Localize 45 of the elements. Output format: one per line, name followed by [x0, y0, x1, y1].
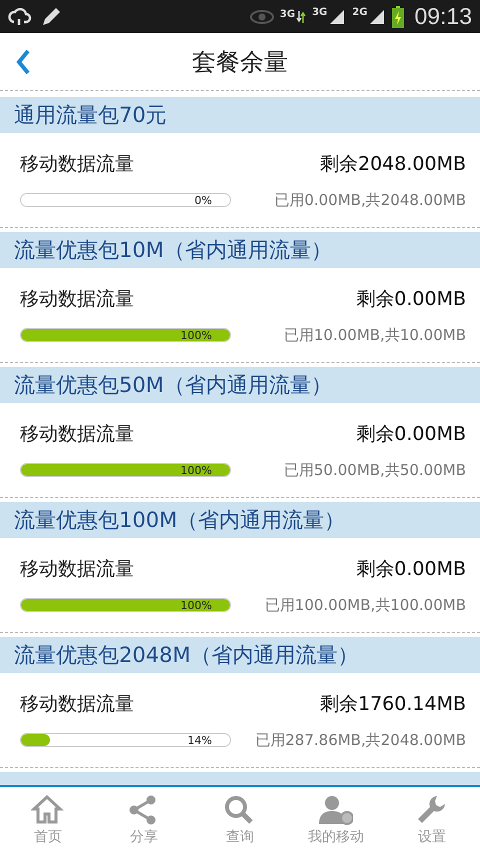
usage-type-label: 移动数据流量: [20, 422, 134, 446]
usage-summary: 已用100.00MB,共100.00MB: [264, 596, 466, 614]
remaining-amount: 剩余1760.14MB: [320, 692, 466, 716]
percent-label: 100%: [180, 464, 212, 476]
percent-label: 100%: [180, 329, 212, 341]
clock-time: 09:13: [414, 3, 472, 30]
home-icon: [31, 794, 65, 826]
eye-icon: [250, 8, 274, 24]
user-icon: [319, 794, 353, 826]
chevron-left-icon: [16, 50, 30, 74]
package-title: 通用流量包70元: [0, 97, 480, 133]
percent-label: 0%: [194, 194, 212, 206]
usage-summary: 已用10.00MB,共10.00MB: [284, 326, 466, 344]
remaining-amount: 剩余0.00MB: [356, 286, 466, 312]
usage-type-label: 移动数据流量: [20, 556, 134, 582]
usage-summary: 已用50.00MB,共50.00MB: [284, 460, 466, 480]
network-type-label: 3G: [312, 8, 328, 18]
remaining-amount: 剩余0.00MB: [356, 556, 466, 582]
signal-icon: [368, 8, 386, 26]
package-title: 流量优惠包100M（省内通用流量）: [0, 502, 480, 538]
usage-summary: 已用0.00MB,共2048.00MB: [274, 190, 466, 210]
nav-tab[interactable]: 首页: [0, 787, 96, 853]
usage-type-label: 移动数据流量: [20, 286, 134, 312]
percent-label: 14%: [188, 734, 212, 746]
package-title: 流量优惠包2048M（省内通用流量）: [0, 637, 480, 673]
package-title: 流量优惠包10M（省内通用流量）: [0, 232, 480, 268]
data-arrows-icon: [296, 10, 306, 24]
signal-icon: [328, 8, 346, 26]
page-title: 套餐余量: [191, 46, 289, 78]
pencil-icon: [40, 6, 62, 28]
nav-tab[interactable]: 查询: [192, 787, 288, 853]
usage-summary: 已用287.86MB,共2048.00MB: [255, 730, 466, 750]
network-type-label: 3G: [280, 10, 296, 20]
remaining-amount: 剩余0.00MB: [356, 422, 466, 446]
network-type-label: 2G: [352, 8, 368, 18]
nav-tab[interactable]: 我的移动: [288, 787, 384, 853]
usage-type-label: 移动数据流量: [20, 152, 134, 176]
nav-tab[interactable]: 分享: [96, 787, 192, 853]
percent-label: 100%: [180, 599, 212, 611]
nav-tab[interactable]: 设置: [384, 787, 480, 853]
remaining-amount: 剩余2048.00MB: [320, 152, 466, 176]
battery-charging-icon: [392, 6, 404, 28]
usage-type-label: 移动数据流量: [20, 692, 134, 716]
package-title: 流量优惠包50M（省内通用流量）: [0, 367, 480, 403]
cloud-icon: [8, 6, 32, 26]
